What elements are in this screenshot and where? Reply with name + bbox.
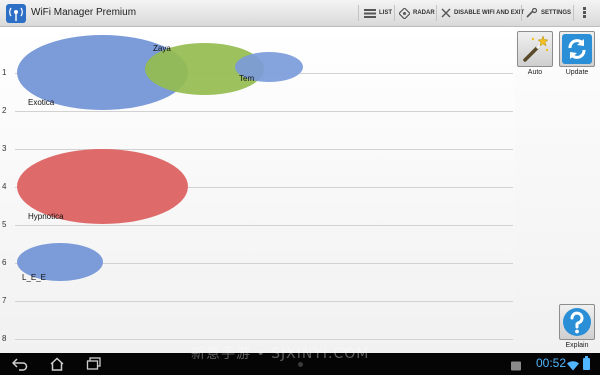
settings-label: SETTINGS	[541, 10, 572, 16]
y-tick-label: 7	[2, 296, 7, 305]
network-label-zaya: Zaya	[153, 44, 171, 53]
radar-button[interactable]: RADAR	[399, 0, 435, 26]
auto-button[interactable]	[517, 31, 553, 67]
y-tick-label: 4	[2, 182, 7, 191]
action-separator	[394, 5, 395, 21]
notification-icon[interactable]	[511, 359, 521, 373]
row-line	[15, 339, 513, 340]
help-icon	[563, 308, 591, 336]
y-tick-label: 1	[2, 68, 7, 77]
status-clock: 00:52	[536, 356, 567, 370]
explain-button[interactable]	[559, 304, 595, 340]
wifi-antenna-icon	[6, 4, 26, 23]
wifi-signal-icon	[567, 361, 579, 371]
y-tick-label: 8	[2, 334, 7, 343]
action-separator	[573, 5, 574, 21]
action-separator	[521, 5, 522, 21]
auto-label: Auto	[527, 69, 543, 76]
radar-label: RADAR	[413, 10, 435, 16]
row-line	[15, 111, 513, 112]
list-label: LIST	[379, 10, 392, 16]
list-button[interactable]: LIST	[364, 0, 392, 26]
battery-icon	[583, 356, 590, 370]
app-title: WiFi Manager Premium	[31, 7, 137, 18]
network-label-tem: Tem	[239, 74, 255, 83]
network-bubble-chart: 1 2 3 4 5 6 7 8 Exotica Zaya Tem Hypnoti…	[0, 27, 515, 353]
back-icon[interactable]	[12, 357, 28, 371]
network-label-exotica: Exotica	[28, 98, 55, 107]
recent-apps-icon[interactable]	[86, 357, 102, 371]
overflow-menu-icon[interactable]	[581, 6, 587, 20]
magic-wand-icon	[523, 35, 549, 62]
list-icon	[364, 8, 376, 18]
home-icon[interactable]	[49, 357, 65, 371]
explain-label: Explain	[565, 342, 589, 349]
action-separator	[436, 5, 437, 21]
y-tick-label: 2	[2, 106, 7, 115]
side-panel: Auto Update Explain	[515, 27, 600, 353]
y-tick-label: 6	[2, 258, 7, 267]
action-bar: WiFi Manager Premium LIST RADAR DISABLE …	[0, 0, 600, 27]
radar-icon	[399, 7, 410, 19]
page-indicator	[298, 362, 303, 367]
network-label-hypnotica: Hypnotica	[28, 212, 64, 221]
row-line	[15, 301, 513, 302]
wrench-icon	[526, 8, 538, 18]
y-tick-label: 5	[2, 220, 7, 229]
refresh-icon	[562, 34, 592, 64]
watermark-text: 新意手游 • SJXINYI.COM	[191, 346, 370, 362]
settings-button[interactable]: SETTINGS	[526, 0, 571, 26]
action-separator	[358, 5, 359, 21]
disable-wifi-icon	[441, 8, 451, 18]
network-label-lee: L_E_E	[22, 273, 47, 282]
row-line	[15, 225, 513, 226]
update-button[interactable]	[559, 31, 595, 67]
update-label: Update	[565, 69, 589, 76]
disable-wifi-label: DISABLE WIFI AND EXIT	[454, 10, 525, 16]
disable-wifi-button[interactable]: DISABLE WIFI AND EXIT	[441, 0, 524, 26]
y-tick-label: 3	[2, 144, 7, 153]
